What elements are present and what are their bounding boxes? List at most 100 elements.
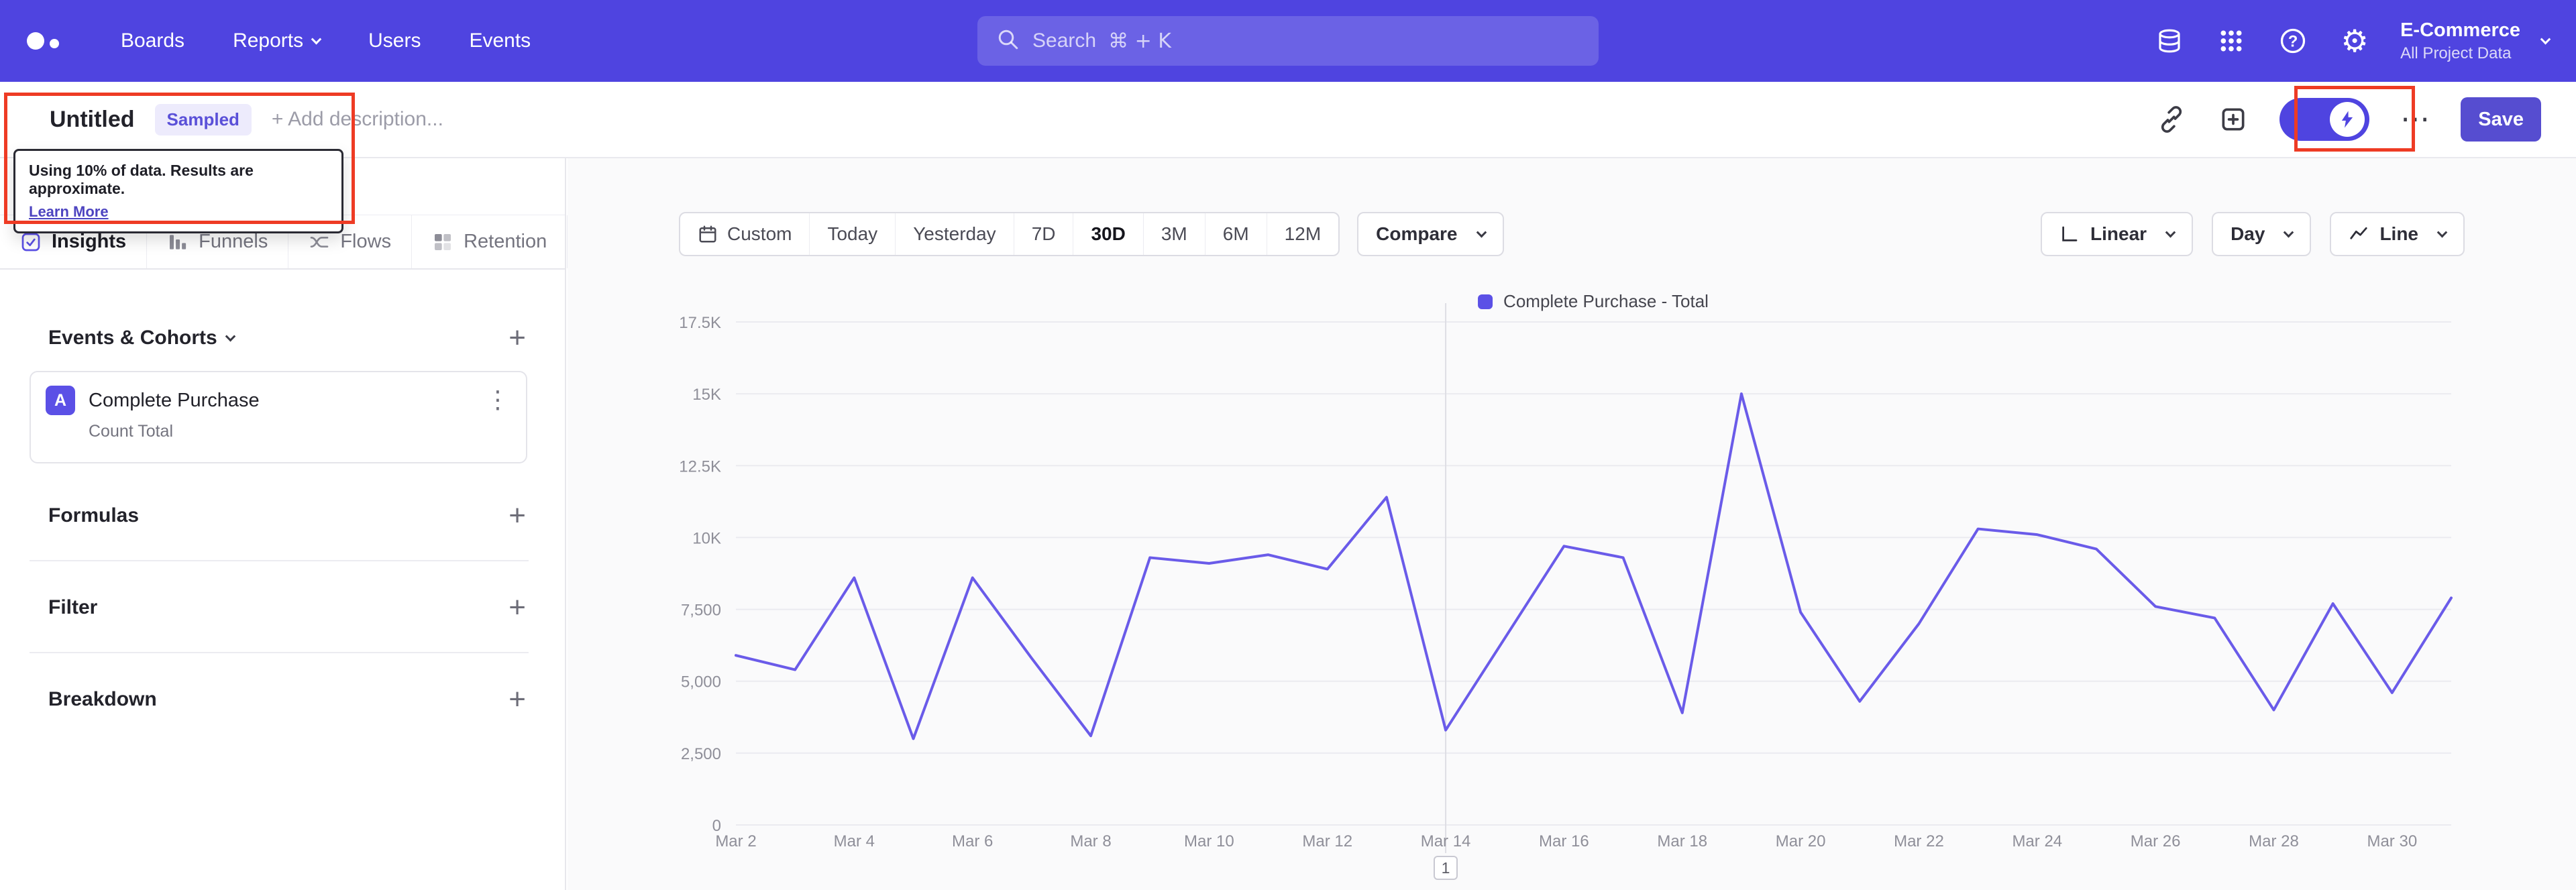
more-options-button[interactable]: ⋯ xyxy=(2400,105,2430,134)
sampling-toggle[interactable] xyxy=(2279,98,2370,141)
svg-text:Mar 8: Mar 8 xyxy=(1070,832,1111,850)
report-title-group: Untitled Sampled + Add description... xyxy=(50,103,443,135)
range-6m[interactable]: 6M xyxy=(1204,213,1267,255)
svg-text:Mar 2: Mar 2 xyxy=(715,832,756,850)
chevron-down-icon xyxy=(2436,227,2448,237)
breakdown-row: Breakdown + xyxy=(48,685,526,714)
search-shortcut: ⌘ + K xyxy=(1108,29,1171,53)
svg-text:Mar 18: Mar 18 xyxy=(1657,832,1707,850)
share-link-icon[interactable] xyxy=(2156,104,2187,135)
chevron-down-icon xyxy=(225,331,235,341)
svg-text:Mar 10: Mar 10 xyxy=(1184,832,1234,850)
chart-type-button[interactable]: Line xyxy=(2330,212,2465,256)
svg-text:5,000: 5,000 xyxy=(681,673,721,691)
svg-text:Mar 28: Mar 28 xyxy=(2249,832,2299,850)
svg-text:12.5K: 12.5K xyxy=(679,457,721,476)
search-input[interactable]: Search ⌘ + K xyxy=(977,16,1599,66)
chevron-down-icon xyxy=(1476,227,1487,237)
range-today[interactable]: Today xyxy=(809,213,895,255)
date-range-controls: Custom Today Yesterday 7D 30D 3M 6M 12M … xyxy=(679,212,1504,256)
range-12m[interactable]: 12M xyxy=(1266,213,1338,255)
chevron-down-icon xyxy=(2284,227,2294,237)
sampled-badge[interactable]: Sampled xyxy=(154,103,252,135)
formulas-header: Formulas xyxy=(48,504,140,526)
retention-icon xyxy=(435,233,451,250)
event-name: Complete Purchase xyxy=(89,389,260,411)
range-3m[interactable]: 3M xyxy=(1142,213,1205,255)
project-scope: All Project Data xyxy=(2400,44,2512,62)
svg-text:2,500: 2,500 xyxy=(681,745,721,763)
add-to-board-icon[interactable] xyxy=(2218,104,2249,135)
event-card[interactable]: A Complete Purchase ⋮ Count Total xyxy=(30,371,527,463)
add-description-button[interactable]: + Add description... xyxy=(272,108,443,131)
range-custom[interactable]: Custom xyxy=(680,213,809,255)
tab-label: Insights xyxy=(52,231,127,252)
add-filter-button[interactable]: + xyxy=(508,593,526,622)
svg-text:15K: 15K xyxy=(692,386,721,404)
svg-text:17.5K: 17.5K xyxy=(679,314,721,332)
gear-icon[interactable]: ⚙ xyxy=(2339,25,2371,57)
breakdown-header: Breakdown xyxy=(48,688,157,710)
tab-retention[interactable]: Retention xyxy=(412,215,568,268)
event-menu-button[interactable]: ⋮ xyxy=(486,388,510,412)
filter-row: Filter + xyxy=(48,593,526,622)
help-icon[interactable]: ? xyxy=(2277,25,2309,57)
chart-display-controls: Linear Day Line xyxy=(2041,212,2465,256)
linear-axis-icon xyxy=(2062,226,2078,241)
line-chart[interactable]: 17.5K15K12.5K10K7,5005,0002,5000Mar 2 Mar… xyxy=(639,288,2483,865)
report-title[interactable]: Untitled xyxy=(50,107,135,133)
top-navbar: Boards Reports Users Events Search ⌘ + K… xyxy=(0,0,2576,82)
nav-item-users[interactable]: Users xyxy=(368,30,421,52)
formulas-row: Formulas + xyxy=(48,501,526,531)
svg-text:Mar 4: Mar 4 xyxy=(834,832,875,850)
events-cohorts-header[interactable]: Events & Cohorts xyxy=(48,327,235,349)
line-chart-icon xyxy=(2350,227,2368,239)
svg-text:Mar 20: Mar 20 xyxy=(1776,832,1826,850)
chart-annotation-badge[interactable]: 1 xyxy=(1434,856,1458,880)
navbar-right: ? ⚙ E-Commerce All Project Data xyxy=(2153,19,2551,63)
project-switcher[interactable]: E-Commerce All Project Data xyxy=(2400,19,2551,63)
svg-text:Mar 14: Mar 14 xyxy=(1421,832,1471,850)
svg-text:Mar 26: Mar 26 xyxy=(2131,832,2181,850)
data-management-icon[interactable] xyxy=(2153,25,2186,57)
insights-icon xyxy=(21,233,40,251)
add-event-button[interactable]: + xyxy=(508,323,526,353)
svg-text:Mar 22: Mar 22 xyxy=(1894,832,1944,850)
filter-header: Filter xyxy=(48,596,98,618)
tooltip-text: Using 10% of data. Results are approxima… xyxy=(29,162,254,197)
event-avatar: A xyxy=(46,386,75,415)
nav-item-reports[interactable]: Reports xyxy=(233,30,322,52)
granularity-button[interactable]: Day xyxy=(2212,212,2312,256)
svg-text:Mar 16: Mar 16 xyxy=(1539,832,1589,850)
lightning-bolt-icon xyxy=(2342,111,2353,128)
primary-nav: Boards Reports Users Events xyxy=(121,30,531,52)
divider xyxy=(30,560,529,561)
apps-grid-icon[interactable] xyxy=(2215,25,2247,57)
report-toolbar: Untitled Sampled + Add description... ⋯ … xyxy=(0,82,2576,158)
svg-text:Mar 6: Mar 6 xyxy=(952,832,993,850)
svg-text:10K: 10K xyxy=(692,529,721,547)
divider xyxy=(30,652,529,653)
project-name: E-Commerce xyxy=(2400,19,2520,41)
svg-text:Mar 24: Mar 24 xyxy=(2012,832,2062,850)
scale-button[interactable]: Linear xyxy=(2041,212,2194,256)
range-30d[interactable]: 30D xyxy=(1073,213,1142,255)
add-formula-button[interactable]: + xyxy=(508,501,526,531)
learn-more-link[interactable]: Learn More xyxy=(29,203,109,221)
svg-text:Mar 30: Mar 30 xyxy=(2367,832,2417,850)
search-icon xyxy=(996,27,1020,55)
range-7d[interactable]: 7D xyxy=(1013,213,1073,255)
compare-button[interactable]: Compare xyxy=(1357,212,1504,256)
tab-label: Funnels xyxy=(199,231,268,252)
tab-label: Retention xyxy=(464,231,547,252)
nav-item-boards[interactable]: Boards xyxy=(121,30,184,52)
mixpanel-logo[interactable] xyxy=(27,32,59,50)
add-breakdown-button[interactable]: + xyxy=(508,685,526,714)
sampling-tooltip: Using 10% of data. Results are approxima… xyxy=(13,149,343,233)
event-metric-selector[interactable]: Count Total xyxy=(89,422,526,441)
range-yesterday[interactable]: Yesterday xyxy=(895,213,1014,255)
insights-report-page: Boards Reports Users Events Search ⌘ + K… xyxy=(0,0,2576,890)
save-button[interactable]: Save xyxy=(2461,97,2541,142)
nav-item-events[interactable]: Events xyxy=(469,30,531,52)
svg-text:7,500: 7,500 xyxy=(681,602,721,620)
